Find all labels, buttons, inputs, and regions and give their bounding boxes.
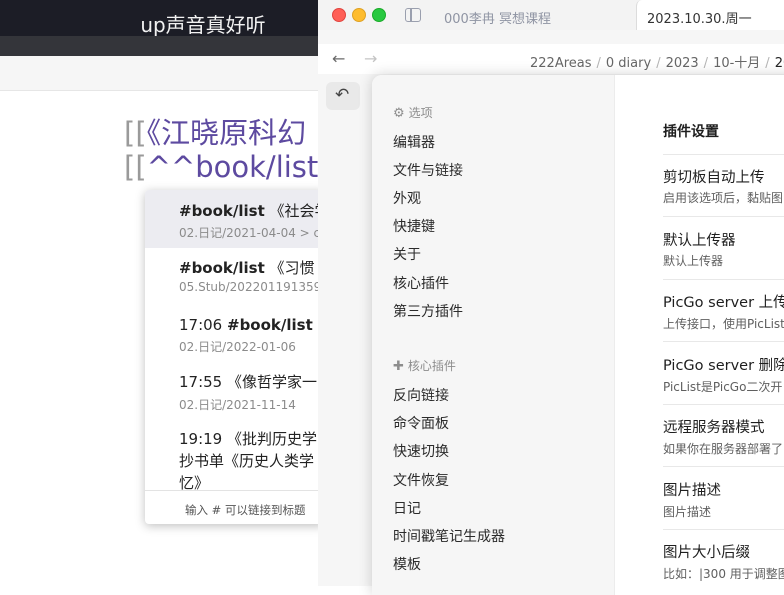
setting-clipboard-upload-name: 剪切板自动上传 xyxy=(663,170,765,186)
breadcrumb-separator: / xyxy=(656,56,661,71)
settings-modal: ⚙ 选项 编辑器 文件与链接 外观 快捷键 关于 核心插件 第三方插件 ✚ 核心插件… xyxy=(372,75,784,595)
note-tab-label: 2023.10.30.周一 xyxy=(647,12,752,27)
note-nav-bar: ← → 222Areas / 0 diary / 2023 / 10-十月 / 202 xyxy=(318,44,784,74)
suggestion-title: 17:06 #book/list 《 xyxy=(179,316,318,334)
settings-nav-files-links[interactable]: 文件与链接 xyxy=(393,160,463,180)
suggestion-path: 02.日记/2021-11-14 xyxy=(179,398,296,412)
link-text: ^^book/list xyxy=(146,150,318,184)
setting-image-size-suffix-desc: 比如：|300 用于调整图 xyxy=(663,567,784,581)
suggestion-item[interactable]: #book/list 《习惯 05.Stub/2022011913590 xyxy=(145,248,318,306)
back-arrow-icon[interactable]: ← xyxy=(332,49,345,68)
settings-nav-community-plugins[interactable]: 第三方插件 xyxy=(393,301,463,321)
setting-divider xyxy=(663,466,784,467)
breadcrumb-item[interactable]: 10-十月 xyxy=(713,56,760,71)
suggestion-item[interactable]: #book/list 《社会学 02.日记/2021-04-04 > c xyxy=(145,190,318,248)
minimize-window-button[interactable] xyxy=(352,8,366,22)
setting-remote-server-desc: 如果你在服务器部署了 xyxy=(663,442,784,456)
note-tab[interactable]: 2023.10.30.周一 xyxy=(636,0,784,30)
forward-arrow-icon[interactable]: → xyxy=(364,49,377,68)
breadcrumb-item[interactable]: 0 diary xyxy=(606,56,651,71)
setting-divider xyxy=(663,279,784,280)
undo-icon: ↶ xyxy=(335,85,350,105)
setting-image-desc-name: 图片描述 xyxy=(663,483,721,499)
sidebar-toggle-icon[interactable] xyxy=(405,8,421,22)
setting-clipboard-upload-desc: 启用该选项后，黏贴图 xyxy=(663,191,784,205)
setting-default-uploader-desc: 默认上传器 xyxy=(663,254,724,268)
gear-icon: ⚙ xyxy=(393,106,405,121)
breadcrumb-separator: / xyxy=(765,56,770,71)
window-divider-strip xyxy=(0,36,318,56)
suggestion-footer: 输入 # 可以链接到标题 xyxy=(145,490,318,524)
settings-nav-backlinks[interactable]: 反向链接 xyxy=(393,385,449,405)
zoom-window-button[interactable] xyxy=(372,8,386,22)
setting-divider xyxy=(663,404,784,405)
breadcrumb-item[interactable]: 202 xyxy=(775,56,784,71)
suggestion-hint: 输入 # 可以链接到标题 xyxy=(185,503,306,517)
setting-picgo-upload-desc: 上传接口，使用PicList xyxy=(663,317,784,331)
suggestion-title: #book/list 《习惯 xyxy=(179,259,315,277)
settings-nav-templates[interactable]: 模板 xyxy=(393,554,421,574)
note-toolbar xyxy=(0,56,318,91)
settings-nav-file-recovery[interactable]: 文件恢复 xyxy=(393,470,449,490)
settings-nav-about[interactable]: 关于 xyxy=(393,244,421,264)
suggestion-path: 02.日记/2021-04-04 > c xyxy=(179,226,318,240)
link-suggestion-popup: #book/list 《社会学 02.日记/2021-04-04 > c #bo… xyxy=(145,190,318,524)
settings-nav-editor[interactable]: 编辑器 xyxy=(393,132,435,152)
setting-picgo-delete-desc: PicList是PicGo二次开 xyxy=(663,380,783,394)
suggestion-item[interactable]: 17:55 《像哲学家一 02.日记/2021-11-14 xyxy=(145,360,318,416)
vault-title[interactable]: 000李冉 冥想课程 xyxy=(444,8,551,27)
settings-nav-appearance[interactable]: 外观 xyxy=(393,188,421,208)
breadcrumb-item[interactable]: 2023 xyxy=(666,56,699,71)
settings-sidebar: ⚙ 选项 编辑器 文件与链接 外观 快捷键 关于 核心插件 第三方插件 ✚ 核心插件… xyxy=(372,75,614,595)
breadcrumb: 222Areas / 0 diary / 2023 / 10-十月 / 202 xyxy=(530,52,784,71)
title-bar: 000李冉 冥想课程 2023.10.30.周一 xyxy=(318,0,784,30)
setting-divider xyxy=(663,216,784,217)
core-plugins-group-header: ✚ 核心插件 xyxy=(393,359,456,374)
setting-image-size-suffix-name: 图片大小后缀 xyxy=(663,545,750,561)
setting-default-uploader-name: 默认上传器 xyxy=(663,233,736,249)
settings-nav-daily-notes[interactable]: 日记 xyxy=(393,498,421,518)
background-note-window: up声音真好听 [[《江晓原科幻 [[^^book/list]] #book/l… xyxy=(0,0,318,586)
setting-divider xyxy=(663,529,784,530)
breadcrumb-separator: / xyxy=(703,56,709,71)
settings-nav-unique-note[interactable]: 时间戳笔记生成器 xyxy=(393,526,505,546)
puzzle-icon: ✚ xyxy=(393,359,404,374)
setting-picgo-delete-name: PicGo server 删除 xyxy=(663,358,784,374)
settings-nav-command-palette[interactable]: 命令面板 xyxy=(393,413,449,433)
close-window-button[interactable] xyxy=(332,8,346,22)
suggestion-title: 17:55 《像哲学家一 xyxy=(179,373,318,391)
setting-divider xyxy=(663,154,784,155)
breadcrumb-item[interactable]: 222Areas xyxy=(530,56,592,71)
video-caption: up声音真好听 xyxy=(140,13,266,37)
link-open-bracket: [[ xyxy=(124,150,147,184)
setting-divider xyxy=(663,341,784,342)
plugin-settings-title: 插件设置 xyxy=(663,124,719,140)
suggestion-path: 05.Stub/2022011913590 xyxy=(179,280,318,294)
options-group-header: ⚙ 选项 xyxy=(393,106,433,121)
breadcrumb-separator: / xyxy=(596,56,601,71)
plugin-settings-panel: 插件设置 剪切板自动上传 启用该选项后，黏贴图 默认上传器 默认上传器 PicG… xyxy=(614,75,784,595)
suggestion-item[interactable]: 19:19 《批判历史学 抄书单《历史人类学 忆》 xyxy=(145,416,318,492)
undo-button[interactable]: ↶ xyxy=(326,82,360,110)
link-open-bracket: [[ xyxy=(124,116,147,150)
note-link-line-2[interactable]: [[^^book/list]] xyxy=(124,150,318,184)
settings-nav-hotkeys[interactable]: 快捷键 xyxy=(393,216,435,236)
settings-nav-quick-switcher[interactable]: 快速切换 xyxy=(393,441,449,461)
setting-image-desc-desc: 图片描述 xyxy=(663,505,712,519)
suggestion-path: 02.日记/2022-01-06 xyxy=(179,340,296,354)
note-link-line-1[interactable]: [[《江晓原科幻 xyxy=(124,110,306,152)
suggestion-title-line2: 抄书单《历史人类学 xyxy=(179,452,315,470)
setting-remote-server-name: 远程服务器模式 xyxy=(663,420,765,436)
suggestion-item[interactable]: 17:06 #book/list 《 02.日记/2022-01-06 xyxy=(145,306,318,360)
suggestion-title: #book/list 《社会学 xyxy=(179,202,318,220)
settings-nav-core-plugins[interactable]: 核心插件 xyxy=(393,273,449,293)
link-text: 《江晓原科幻 xyxy=(146,116,307,150)
suggestion-title: 19:19 《批判历史学 xyxy=(179,430,318,448)
setting-picgo-upload-name: PicGo server 上传 xyxy=(663,295,784,311)
